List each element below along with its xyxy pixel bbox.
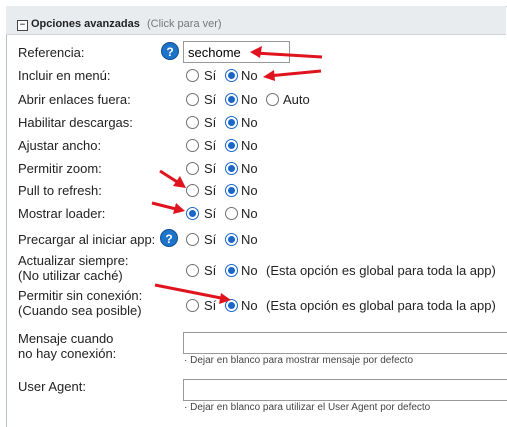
habilitar-descargas-label: Habilitar descargas: [18,115,133,130]
mensaje-sin-conexion-label: Mensaje cuando [18,331,114,346]
section-hint[interactable]: (Click para ver) [147,18,222,30]
sin-conexion-si-radio[interactable] [186,299,199,312]
precargar-help-icon[interactable]: ? [160,229,178,247]
actualizar-siempre-note: (Esta opción es global para toda la app) [266,263,496,278]
pull-refresh-label: Pull to refresh: [18,183,102,198]
incluir-menu-si-radio[interactable] [186,69,199,82]
sin-conexion-note: (Esta opción es global para toda la app) [266,298,496,313]
sin-conexion-sublabel: (Cuando sea posible) [18,303,142,318]
permitir-zoom-si-radio[interactable] [186,162,199,175]
permitir-zoom-label: Permitir zoom: [18,161,102,176]
actualizar-siempre-no-radio[interactable] [225,264,238,277]
actualizar-siempre-si-label: Sí [204,263,217,278]
abrir-enlaces-si-radio[interactable] [186,93,199,106]
pull-refresh-no-radio[interactable] [225,184,238,197]
mensaje-sin-conexion-sublabel: no hay conexión: [18,346,117,361]
sin-conexion-no-radio[interactable] [225,299,238,312]
mostrar-loader-si-label: Sí [204,206,217,221]
mostrar-loader-label: Mostrar loader: [18,206,106,221]
mostrar-loader-no-label: No [241,206,258,221]
abrir-enlaces-no-label: No [241,92,258,107]
pull-refresh-si-label: Sí [204,183,217,198]
incluir-menu-no-label: No [241,68,258,83]
pull-refresh-no-label: No [241,183,258,198]
ajustar-ancho-no-radio[interactable] [225,139,238,152]
referencia-label: Referencia: [18,45,85,60]
ajustar-ancho-label: Ajustar ancho: [18,138,102,153]
habilitar-descargas-no-label: No [241,115,258,130]
habilitar-descargas-si-radio[interactable] [186,116,199,129]
mostrar-loader-no-radio[interactable] [225,207,238,220]
incluir-menu-no-radio[interactable] [225,69,238,82]
ajustar-ancho-no-label: No [241,138,258,153]
abrir-enlaces-label: Abrir enlaces fuera: [18,92,131,107]
incluir-menu-si-label: Sí [204,68,217,83]
mostrar-loader-si-radio[interactable] [186,207,199,220]
actualizar-siempre-label: Actualizar siempre: [18,253,129,268]
mensaje-sin-conexion-input[interactable] [183,332,507,354]
ajustar-ancho-si-radio[interactable] [186,139,199,152]
sin-conexion-no-label: No [241,298,258,313]
section-header[interactable]: − Opciones avanzadas (Click para ver) [6,6,506,35]
precargar-no-radio[interactable] [225,233,238,246]
sin-conexion-si-label: Sí [204,298,217,313]
precargar-si-label: Sí [204,232,217,247]
sin-conexion-label: Permitir sin conexión: [18,288,143,303]
abrir-enlaces-si-label: Sí [204,92,217,107]
incluir-menu-label: Incluir en menú: [18,68,111,83]
habilitar-descargas-no-radio[interactable] [225,116,238,129]
actualizar-siempre-si-radio[interactable] [186,264,199,277]
actualizar-siempre-no-label: No [241,263,258,278]
ajustar-ancho-si-label: Sí [204,138,217,153]
user-agent-input[interactable] [183,379,507,401]
permitir-zoom-no-label: No [241,161,258,176]
mensaje-sin-conexion-hint: · Dejar en blanco para mostrar mensaje p… [184,355,414,366]
actualizar-siempre-sublabel: (No utilizar caché) [18,268,123,283]
user-agent-label: User Agent: [18,379,86,394]
precargar-no-label: No [241,232,258,247]
user-agent-hint: · Dejar en blanco para utilizar el User … [184,402,431,413]
habilitar-descargas-si-label: Sí [204,115,217,130]
section-title[interactable]: Opciones avanzadas [31,18,140,30]
pull-refresh-si-radio[interactable] [186,184,199,197]
precargar-si-radio[interactable] [186,233,199,246]
permitir-zoom-si-label: Sí [204,161,217,176]
referencia-input[interactable] [183,41,290,63]
abrir-enlaces-no-radio[interactable] [225,93,238,106]
abrir-enlaces-auto-label: Auto [283,92,310,107]
referencia-help-icon[interactable]: ? [161,42,179,60]
permitir-zoom-no-radio[interactable] [225,162,238,175]
abrir-enlaces-auto-radio[interactable] [266,93,279,106]
collapse-toggle-icon[interactable]: − [17,20,28,31]
precargar-label: Precargar al iniciar app: [18,232,156,247]
